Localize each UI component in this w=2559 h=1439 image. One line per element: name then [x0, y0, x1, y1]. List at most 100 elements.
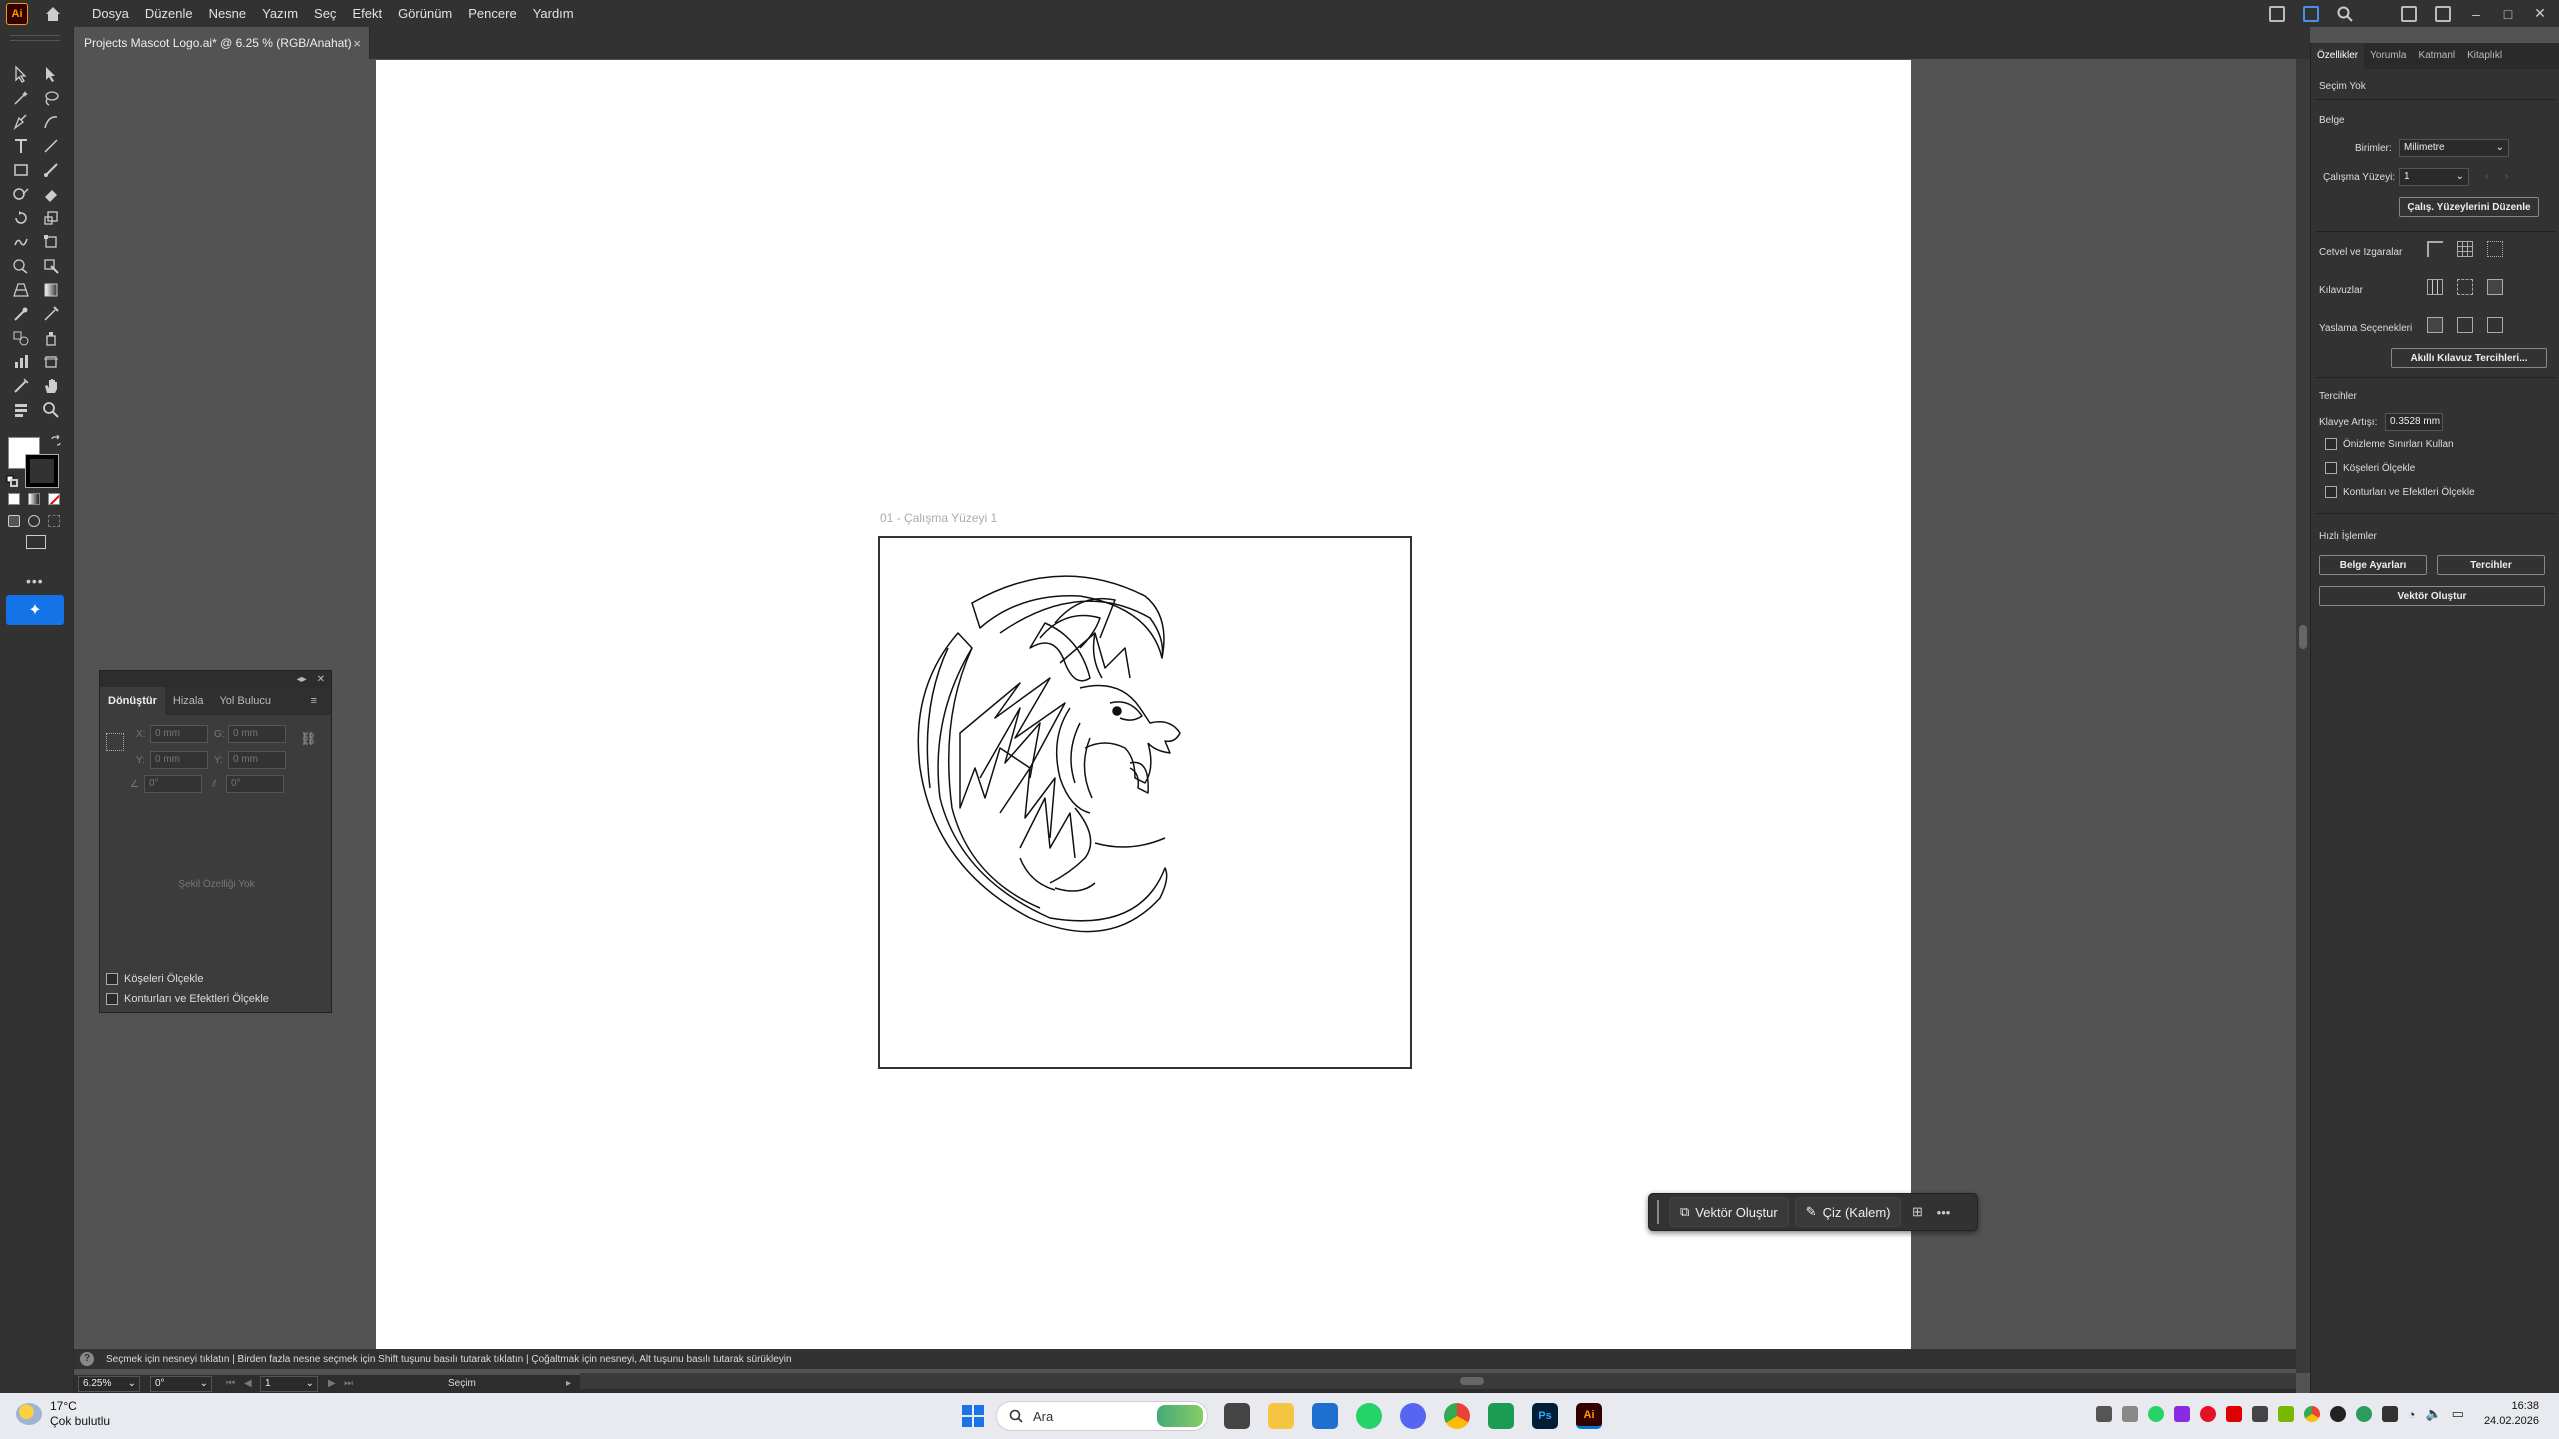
warp-tool-icon[interactable]: [10, 232, 32, 252]
tab-comments[interactable]: Yorumla: [2364, 43, 2412, 69]
screen-mode-icon[interactable]: [26, 535, 46, 549]
artboard-number-select[interactable]: 1 ⌄: [260, 1376, 318, 1392]
snap-pixel-icon[interactable]: [2487, 317, 2503, 333]
close-tab-icon[interactable]: ×: [353, 36, 361, 51]
tab-layers[interactable]: Katmanl: [2412, 43, 2461, 69]
slice-tool-icon[interactable]: [10, 376, 32, 396]
tray-app-icon[interactable]: [2225, 1406, 2242, 1422]
pin-context-bar-icon[interactable]: ⊞: [1907, 1204, 1927, 1220]
search-icon[interactable]: [2337, 6, 2353, 22]
menu-type[interactable]: Yazım: [254, 6, 306, 21]
tray-app-icon[interactable]: [2251, 1406, 2268, 1422]
more-tools-icon[interactable]: •••: [26, 573, 44, 589]
photoshop-icon[interactable]: Ps: [1532, 1403, 1558, 1429]
horizontal-scrollbar[interactable]: [580, 1373, 2296, 1389]
preview-bounds-checkbox[interactable]: [2325, 438, 2337, 450]
canvas-area[interactable]: 01 - Çalışma Yüzeyi 1: [74, 59, 2296, 1349]
maximize-icon[interactable]: □: [2501, 6, 2515, 22]
generative-assist-button[interactable]: ✦: [6, 595, 64, 625]
direct-selection-tool-icon[interactable]: [40, 64, 62, 84]
tray-app-icon[interactable]: [2095, 1406, 2112, 1422]
next-artboard-nav-icon[interactable]: ▶: [328, 1378, 336, 1389]
context-bar-grip[interactable]: [1657, 1200, 1663, 1224]
tray-app-icon[interactable]: [2355, 1406, 2372, 1422]
close-panel-icon[interactable]: ✕: [317, 674, 325, 685]
smart-guide-prefs-button[interactable]: Akıllı Kılavuz Tercihleri...: [2391, 348, 2547, 368]
lasso-tool-icon[interactable]: [40, 88, 62, 108]
zoom-select[interactable]: 6.25% ⌄: [78, 1376, 140, 1392]
tab-transform[interactable]: Dönüştür: [100, 687, 165, 715]
workspace-icon[interactable]: [2401, 5, 2417, 22]
edit-artboards-button[interactable]: Çalış. Yüzeylerini Düzenle: [2399, 197, 2539, 217]
none-mode-icon[interactable]: [48, 493, 60, 505]
paintbrush-tool-icon[interactable]: [40, 160, 62, 180]
menu-object[interactable]: Nesne: [201, 6, 255, 21]
rotation-select[interactable]: 0° ⌄: [150, 1376, 212, 1392]
tray-record-icon[interactable]: [2199, 1406, 2216, 1422]
toolbar-grip[interactable]: [10, 35, 60, 41]
artboard-tool-icon[interactable]: [40, 352, 62, 372]
menu-edit[interactable]: Düzenle: [137, 6, 201, 21]
home-icon[interactable]: [44, 5, 62, 23]
scale-strokes-prop-checkbox[interactable]: [2325, 486, 2337, 498]
curvature-tool-icon[interactable]: [40, 112, 62, 132]
rectangle-tool-icon[interactable]: [10, 160, 32, 180]
constrain-proportions-icon[interactable]: ⛓: [300, 731, 317, 747]
grid-icon[interactable]: [2457, 241, 2473, 257]
tray-nvidia-icon[interactable]: [2277, 1406, 2294, 1422]
next-artboard-icon[interactable]: ›: [2505, 171, 2508, 182]
y-field[interactable]: 0 mm: [150, 751, 208, 769]
eyedropper-tool-icon[interactable]: [10, 304, 32, 324]
artboard-label[interactable]: 01 - Çalışma Yüzeyi 1: [880, 511, 997, 525]
graph-tool-icon[interactable]: [10, 352, 32, 372]
tray-app-icon[interactable]: [2173, 1406, 2190, 1422]
measure-tool-icon[interactable]: [40, 304, 62, 324]
guides-icon[interactable]: [2427, 279, 2443, 295]
shape-builder-tool-icon[interactable]: [10, 256, 32, 276]
scale-corners-prop-checkbox[interactable]: [2325, 462, 2337, 474]
snap-grid-icon[interactable]: [2457, 317, 2473, 333]
status-menu-icon[interactable]: ▸: [566, 1378, 571, 1389]
tray-whatsapp-icon[interactable]: [2147, 1406, 2164, 1422]
angle-field[interactable]: 0°: [144, 775, 202, 793]
scale-strokes-option[interactable]: Konturları ve Efektleri Ölçekle: [106, 993, 269, 1005]
artboard-select[interactable]: 1 ⌄: [2399, 168, 2469, 186]
artboard[interactable]: [878, 536, 1412, 1069]
swap-fill-stroke-icon[interactable]: [50, 435, 62, 447]
perspective-grid-tool-icon[interactable]: [10, 280, 32, 300]
discord-icon[interactable]: [1400, 1403, 1426, 1429]
document-setup-button[interactable]: Belge Ayarları: [2319, 555, 2427, 575]
color-mode-icon[interactable]: [8, 493, 20, 505]
pixel-grid-icon[interactable]: [2487, 241, 2503, 257]
scale-corners-option[interactable]: Köşeleri Ölçekle: [106, 973, 203, 985]
gradient-tool-icon[interactable]: [40, 280, 62, 300]
hand-tool-icon[interactable]: [40, 376, 62, 396]
more-options-icon[interactable]: •••: [1933, 1205, 1953, 1220]
width-field[interactable]: 0 mm: [228, 725, 286, 743]
ruler-icon[interactable]: [2427, 241, 2443, 257]
first-artboard-icon[interactable]: ⏮: [226, 1378, 235, 1389]
tray-app-icon[interactable]: [2329, 1406, 2346, 1422]
keyboard-increment-field[interactable]: 0.3528 mm: [2385, 413, 2443, 431]
panel-menu-icon[interactable]: ≡: [303, 687, 325, 715]
chrome-icon[interactable]: [1444, 1403, 1470, 1429]
selection-tool-icon[interactable]: [10, 64, 32, 84]
menu-view[interactable]: Görünüm: [390, 6, 460, 21]
gradient-mode-icon[interactable]: [28, 493, 40, 505]
scale-corners-checkbox[interactable]: [106, 973, 118, 985]
shear-field[interactable]: 0°: [226, 775, 284, 793]
share-icon[interactable]: [2269, 5, 2285, 22]
taskbar-search[interactable]: Ara: [996, 1401, 1208, 1431]
reference-point-icon[interactable]: [106, 733, 124, 751]
draw-pen-button[interactable]: ✎ Çiz (Kalem): [1794, 1197, 1902, 1227]
horizontal-scroll-thumb[interactable]: [1460, 1377, 1484, 1385]
menu-help[interactable]: Yardım: [525, 6, 582, 21]
file-explorer-icon[interactable]: [1268, 1403, 1294, 1429]
draw-normal-icon[interactable]: [8, 515, 20, 527]
rotate-tool-icon[interactable]: [10, 208, 32, 228]
tab-pathfinder[interactable]: Yol Bulucu: [211, 687, 279, 715]
weather-widget[interactable]: 17°C Çok bulutlu: [16, 1399, 110, 1429]
free-transform-tool-icon[interactable]: [40, 232, 62, 252]
tray-app-icon[interactable]: [2121, 1406, 2138, 1422]
draw-behind-icon[interactable]: [28, 515, 40, 527]
